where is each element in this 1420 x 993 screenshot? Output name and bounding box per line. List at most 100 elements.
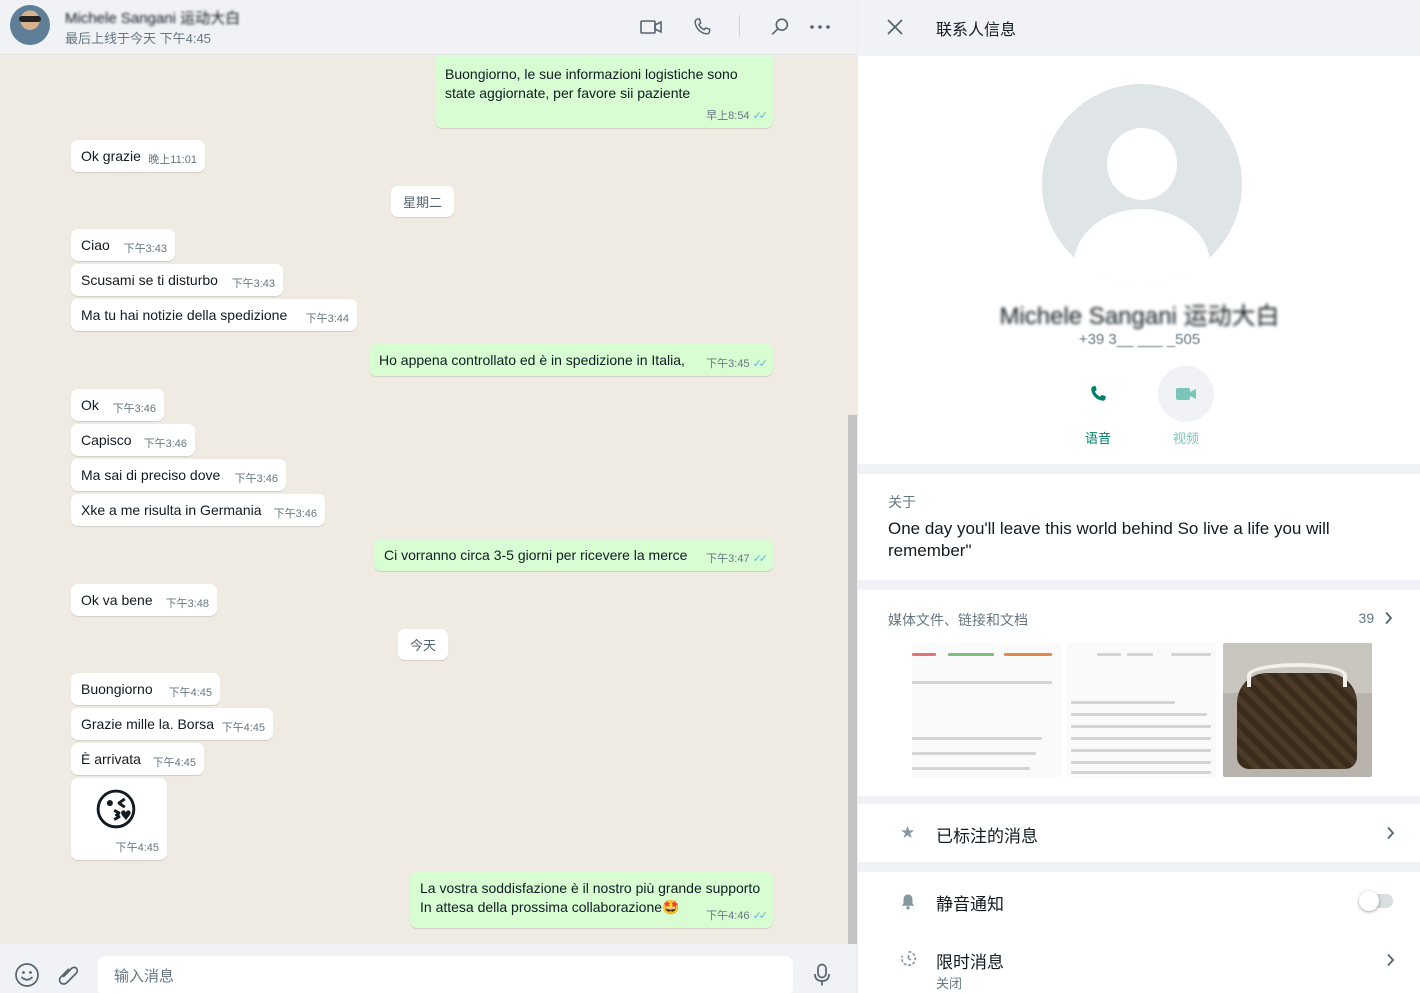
chat-header[interactable]: Michele Sangani 运动大白 最后上线于今天 下午4:45 [0, 0, 857, 55]
message-text: Buongiorno [81, 681, 153, 697]
star-icon: ★ [900, 823, 916, 842]
timer-icon [901, 950, 917, 966]
message-time: 下午4:46 ✓✓ [706, 910, 769, 922]
message-bubble-incoming[interactable]: Scusami se ti disturbo 下午3:43 [71, 264, 283, 296]
microphone-icon[interactable] [808, 961, 836, 989]
message-time: 下午3:46 [273, 508, 317, 520]
message-text: Scusami se ti disturbo [81, 272, 218, 288]
message-bubble-incoming[interactable]: Ok 下午3:46 [71, 389, 164, 421]
message-time: 下午3:43 [231, 278, 275, 290]
video-icon[interactable] [1158, 366, 1214, 422]
message-text: Ok grazie [81, 148, 141, 164]
starred-messages-label: 已标注的消息 [936, 827, 1038, 846]
mute-notifications-row[interactable]: 静音通知 [858, 872, 1420, 930]
chevron-right-icon [1387, 826, 1395, 840]
mute-notifications-label: 静音通知 [936, 895, 1004, 914]
message-composer [0, 944, 857, 993]
message-text: Ciao [81, 237, 110, 253]
message-text: Capisco [81, 432, 132, 448]
mute-toggle[interactable] [1359, 891, 1393, 911]
message-bubble-incoming[interactable]: Ciao 下午3:43 [71, 229, 175, 261]
message-bubble-incoming[interactable]: Grazie mille la. Borsa 下午4:45 [71, 708, 273, 740]
day-separator: 今天 [398, 629, 449, 660]
disappearing-messages-label: 限时消息 [936, 953, 1004, 972]
avatar[interactable] [10, 5, 50, 45]
message-time: 下午4:45 [221, 722, 265, 734]
message-text: Ok va bene [81, 592, 153, 608]
media-thumbnail-photo[interactable] [1223, 643, 1372, 777]
message-bubble-incoming[interactable]: Capisco 下午3:46 [71, 424, 195, 456]
message-time: 下午4:45 [152, 757, 196, 769]
close-icon[interactable] [881, 13, 909, 41]
media-count-link[interactable]: 39 [1359, 610, 1393, 626]
message-text: Ma tu hai notizie della spedizione [81, 307, 288, 323]
kiss-emoji: 😘 [93, 786, 139, 835]
header-divider [739, 15, 740, 37]
message-text: Ci vorranno circa 3-5 giorni per ricever… [384, 547, 688, 563]
message-bubble-outgoing[interactable]: La vostra soddisfazione è il nostro più … [410, 871, 773, 928]
voice-call-icon[interactable] [688, 13, 716, 41]
message-text: Ok [81, 397, 99, 413]
emoji-icon[interactable] [13, 961, 41, 989]
read-ticks-icon: ✓✓ [752, 910, 769, 922]
read-ticks-icon: ✓✓ [752, 110, 769, 122]
message-time: 下午3:46 [234, 473, 278, 485]
message-time: 下午3:48 [165, 598, 209, 610]
contact-info-title: 联系人信息 [936, 22, 1017, 39]
message-bubble-incoming[interactable]: Xke a me risulta in Germania 下午3:46 [71, 494, 325, 526]
message-text: Ma sai di preciso dove [81, 467, 221, 483]
media-thumbnail-screenshot[interactable] [912, 643, 1061, 777]
attach-icon[interactable] [54, 961, 82, 989]
video-call-icon[interactable] [637, 13, 665, 41]
chevron-right-icon [1385, 611, 1393, 625]
message-bubble-outgoing[interactable]: Ho appena controllato ed è in spedizione… [369, 344, 773, 376]
message-bubble-incoming[interactable]: È arrivata 下午4:45 [71, 743, 204, 775]
read-ticks-icon: ✓✓ [752, 553, 769, 565]
default-avatar-icon[interactable] [1042, 84, 1242, 284]
voice-call-action[interactable]: 语音 [1070, 366, 1126, 447]
message-bubble-incoming[interactable]: Ok grazie 晚上11:01 [71, 140, 205, 172]
contact-name[interactable]: Michele Sangani 运动大白 [65, 7, 240, 28]
message-text: La vostra soddisfazione è il nostro più … [420, 880, 761, 896]
menu-dots-icon[interactable] [806, 13, 834, 41]
media-label[interactable]: 媒体文件、链接和文档 [888, 610, 1028, 630]
message-time: 下午3:43 [123, 243, 167, 255]
message-bubble-incoming[interactable]: Ma sai di preciso dove 下午3:46 [71, 459, 286, 491]
chevron-right-icon [1387, 953, 1395, 967]
media-thumbnail-document[interactable] [1067, 643, 1216, 777]
about-label: 关于 [888, 494, 916, 510]
message-time: 下午4:45 [115, 842, 159, 854]
message-input[interactable] [98, 956, 793, 993]
message-time: 下午3:46 [112, 403, 156, 415]
message-bubble-incoming[interactable]: Ma tu hai notizie della spedizione 下午3:4… [71, 299, 357, 331]
message-bubble-incoming[interactable]: Ok va bene 下午3:48 [71, 584, 217, 616]
disappearing-messages-status: 关闭 [936, 976, 963, 991]
message-bubble-outgoing[interactable]: Ci vorranno circa 3-5 giorni per ricever… [374, 539, 773, 571]
starred-messages-row[interactable]: ★ 已标注的消息 [858, 804, 1420, 862]
message-bubble-incoming[interactable]: 😘 下午4:45 [71, 778, 167, 860]
message-text: Ho appena controllato ed è in spedizione… [379, 352, 685, 368]
read-ticks-icon: ✓✓ [752, 358, 769, 370]
profile-card: Michele Sangani 运动大白 +39 3__ ___ _505 语音… [858, 56, 1420, 464]
chat-scrollbar[interactable] [848, 415, 857, 944]
media-card: 媒体文件、链接和文档 39 [858, 590, 1420, 796]
day-separator: 星期二 [391, 186, 455, 217]
message-bubble-outgoing[interactable]: Buongiorno, le sue informazioni logistic… [435, 56, 773, 128]
message-text: state aggiornate, per favore sii pazient… [445, 85, 691, 101]
message-time: 下午3:44 [305, 313, 349, 325]
profile-phone: +39 3__ ___ _505 [1078, 331, 1201, 348]
message-time: 下午4:45 [168, 687, 212, 699]
message-list[interactable]: Buongiorno, le sue informazioni logistic… [0, 56, 857, 944]
about-text: One day you'll leave this world behind S… [888, 519, 1330, 560]
phone-icon[interactable] [1070, 366, 1126, 422]
video-call-label: 视频 [1172, 431, 1199, 446]
search-icon[interactable] [766, 13, 794, 41]
disappearing-messages-row[interactable]: 限时消息 关闭 [858, 934, 1420, 993]
video-call-action[interactable]: 视频 [1158, 366, 1214, 447]
chat-pane: Michele Sangani 运动大白 最后上线于今天 下午4:45 Buon… [0, 0, 857, 993]
message-text: Xke a me risulta in Germania [81, 502, 262, 518]
message-bubble-incoming[interactable]: Buongiorno 下午4:45 [71, 673, 220, 705]
message-time: 下午3:45 ✓✓ [706, 358, 769, 370]
message-time: 晚上11:01 [148, 154, 197, 166]
voice-call-label: 语音 [1084, 431, 1111, 446]
